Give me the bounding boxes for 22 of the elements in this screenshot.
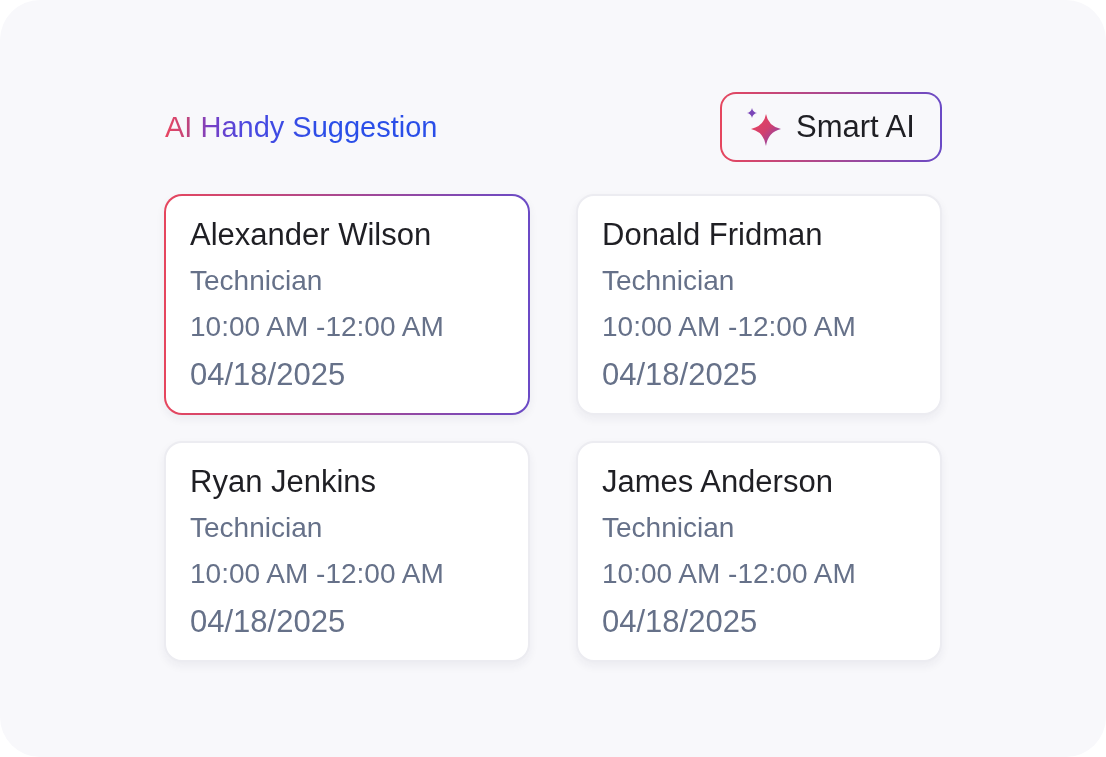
role-text: Technician bbox=[602, 511, 736, 545]
suggestion-card[interactable]: Ryan Jenkins Technician 10:00 AM -12:00 AM 04/18/2025 bbox=[164, 441, 530, 662]
sparkle-icon bbox=[746, 108, 782, 146]
suggestion-card[interactable]: James Anderson Technician 10:00 AM -12:00 AM 04/18/2025 bbox=[576, 441, 942, 662]
time-range-text: 10:00 AM -12:00 AM bbox=[190, 310, 445, 344]
time-range-text: 10:00 AM -12:00 AM bbox=[602, 310, 857, 344]
date-text: 04/18/2025 bbox=[602, 356, 759, 394]
time-range-text: 10:00 AM -12:00 AM bbox=[602, 557, 857, 591]
smart-ai-button[interactable]: Smart AI bbox=[720, 92, 942, 162]
time-range-text: 10:00 AM -12:00 AM bbox=[190, 557, 445, 591]
date-text: 04/18/2025 bbox=[190, 356, 347, 394]
person-name: Ryan Jenkins bbox=[190, 463, 378, 501]
person-name: James Anderson bbox=[602, 463, 834, 501]
person-name: Donald Fridman bbox=[602, 216, 824, 254]
person-name: Alexander Wilson bbox=[190, 216, 433, 254]
date-text: 04/18/2025 bbox=[602, 603, 759, 641]
date-text: 04/18/2025 bbox=[190, 603, 347, 641]
suggestion-card[interactable]: Donald Fridman Technician 10:00 AM -12:00 AM 04/18/2025 bbox=[576, 194, 942, 415]
role-text: Technician bbox=[190, 264, 324, 298]
suggestion-card[interactable]: Alexander Wilson Technician 10:00 AM -12:00 AM 04/18/2025 bbox=[164, 194, 530, 415]
role-text: Technician bbox=[190, 511, 324, 545]
role-text: Technician bbox=[602, 264, 736, 298]
